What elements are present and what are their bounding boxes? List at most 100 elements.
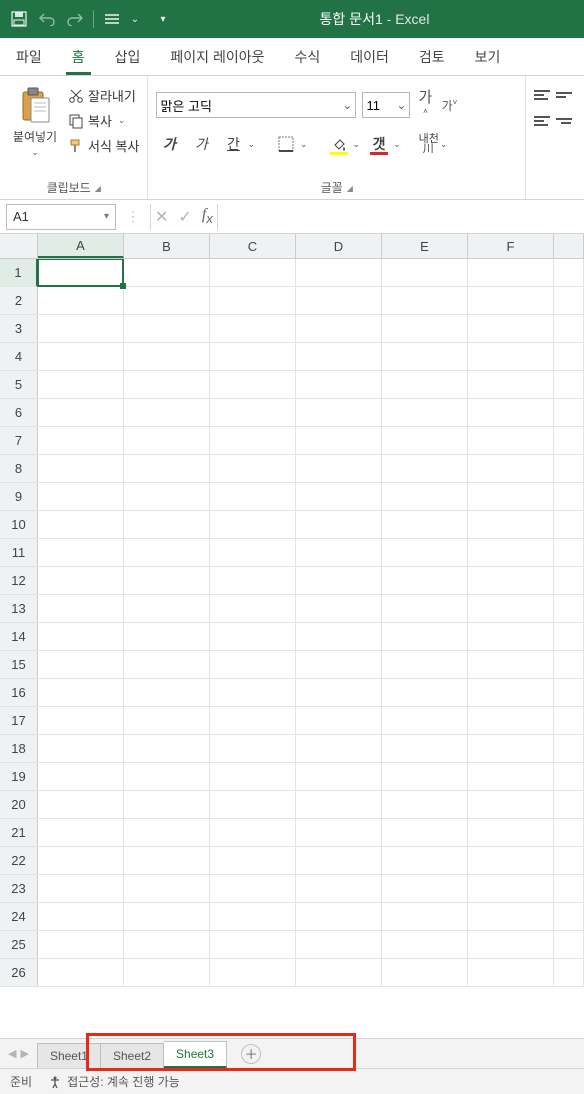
cell-C4[interactable] (210, 343, 296, 370)
column-header-F[interactable]: F (468, 234, 554, 258)
ribbon-tab-삽입[interactable]: 삽입 (109, 37, 147, 75)
save-button[interactable] (6, 6, 32, 32)
cell-E15[interactable] (382, 651, 468, 678)
shrink-font-button[interactable]: 가˅ (440, 97, 458, 114)
cell-B24[interactable] (124, 903, 210, 930)
cell-partial[interactable] (554, 623, 584, 650)
underline-button[interactable]: 간 (220, 132, 246, 156)
row-header-12[interactable]: 12 (0, 567, 38, 594)
cell-A24[interactable] (38, 903, 124, 930)
column-header-D[interactable]: D (296, 234, 382, 258)
cell-C22[interactable] (210, 847, 296, 874)
cell-partial[interactable] (554, 595, 584, 622)
cell-E18[interactable] (382, 735, 468, 762)
row-header-18[interactable]: 18 (0, 735, 38, 762)
status-accessibility[interactable]: 접근성: 계속 진행 가능 (48, 1073, 180, 1090)
cell-D5[interactable] (296, 371, 382, 398)
ribbon-tab-검토[interactable]: 검토 (413, 37, 451, 75)
row-header-9[interactable]: 9 (0, 483, 38, 510)
cell-D7[interactable] (296, 427, 382, 454)
cell-E6[interactable] (382, 399, 468, 426)
cell-E25[interactable] (382, 931, 468, 958)
font-color-dropdown-icon[interactable]: ⌄ (393, 139, 401, 150)
cell-partial[interactable] (554, 679, 584, 706)
cell-E17[interactable] (382, 707, 468, 734)
qat-customize[interactable]: ▾ (155, 6, 171, 32)
cell-A17[interactable] (38, 707, 124, 734)
cell-B15[interactable] (124, 651, 210, 678)
cell-B10[interactable] (124, 511, 210, 538)
cell-D20[interactable] (296, 791, 382, 818)
copy-dropdown-icon[interactable]: ⌄ (118, 115, 126, 126)
enter-formula-button[interactable]: ✓ (178, 207, 191, 227)
cell-partial[interactable] (554, 259, 584, 286)
align-center-button[interactable] (556, 112, 576, 130)
row-header-7[interactable]: 7 (0, 427, 38, 454)
paste-dropdown-icon[interactable]: ⌄ (31, 147, 39, 158)
cell-D23[interactable] (296, 875, 382, 902)
cell-E24[interactable] (382, 903, 468, 930)
row-header-4[interactable]: 4 (0, 343, 38, 370)
italic-button[interactable]: 가 (188, 132, 214, 156)
cell-B7[interactable] (124, 427, 210, 454)
cell-partial[interactable] (554, 847, 584, 874)
ribbon-tab-수식[interactable]: 수식 (288, 37, 326, 75)
cell-partial[interactable] (554, 315, 584, 342)
cell-F4[interactable] (468, 343, 554, 370)
cell-D11[interactable] (296, 539, 382, 566)
row-header-19[interactable]: 19 (0, 763, 38, 790)
cell-C11[interactable] (210, 539, 296, 566)
cell-A5[interactable] (38, 371, 124, 398)
cell-E22[interactable] (382, 847, 468, 874)
cell-F22[interactable] (468, 847, 554, 874)
cell-A4[interactable] (38, 343, 124, 370)
cell-F7[interactable] (468, 427, 554, 454)
cell-F2[interactable] (468, 287, 554, 314)
cell-D18[interactable] (296, 735, 382, 762)
row-header-11[interactable]: 11 (0, 539, 38, 566)
cell-E16[interactable] (382, 679, 468, 706)
cell-E19[interactable] (382, 763, 468, 790)
row-header-14[interactable]: 14 (0, 623, 38, 650)
cell-partial[interactable] (554, 791, 584, 818)
cell-partial[interactable] (554, 931, 584, 958)
align-top-button[interactable] (534, 86, 554, 104)
undo-button[interactable] (34, 6, 60, 32)
cell-D22[interactable] (296, 847, 382, 874)
group-label-font[interactable]: 글꼴 (156, 176, 517, 199)
row-header-16[interactable]: 16 (0, 679, 38, 706)
cell-D6[interactable] (296, 399, 382, 426)
cell-partial[interactable] (554, 427, 584, 454)
cell-partial[interactable] (554, 819, 584, 846)
cell-E3[interactable] (382, 315, 468, 342)
cell-B13[interactable] (124, 595, 210, 622)
underline-dropdown-icon[interactable]: ⌄ (247, 139, 255, 150)
cell-E10[interactable] (382, 511, 468, 538)
cell-A14[interactable] (38, 623, 124, 650)
cell-E9[interactable] (382, 483, 468, 510)
select-all-corner[interactable] (0, 234, 38, 258)
qat-dropdown[interactable]: ⌄ (127, 6, 143, 32)
cell-D19[interactable] (296, 763, 382, 790)
cell-A7[interactable] (38, 427, 124, 454)
bold-button[interactable]: 가 (156, 132, 182, 156)
cell-D4[interactable] (296, 343, 382, 370)
cell-F15[interactable] (468, 651, 554, 678)
font-color-button[interactable]: 갯 (366, 132, 392, 156)
row-header-25[interactable]: 25 (0, 931, 38, 958)
fill-handle[interactable] (120, 283, 126, 289)
cell-F20[interactable] (468, 791, 554, 818)
cell-F17[interactable] (468, 707, 554, 734)
cell-E7[interactable] (382, 427, 468, 454)
cell-E11[interactable] (382, 539, 468, 566)
cell-E20[interactable] (382, 791, 468, 818)
cell-F9[interactable] (468, 483, 554, 510)
cell-A1[interactable] (38, 259, 124, 286)
grow-font-button[interactable]: 가˄ (416, 86, 434, 124)
font-name-input[interactable] (160, 98, 342, 113)
font-name-select[interactable] (156, 92, 356, 118)
cell-E14[interactable] (382, 623, 468, 650)
formula-input[interactable] (228, 204, 578, 230)
cell-A16[interactable] (38, 679, 124, 706)
row-header-23[interactable]: 23 (0, 875, 38, 902)
